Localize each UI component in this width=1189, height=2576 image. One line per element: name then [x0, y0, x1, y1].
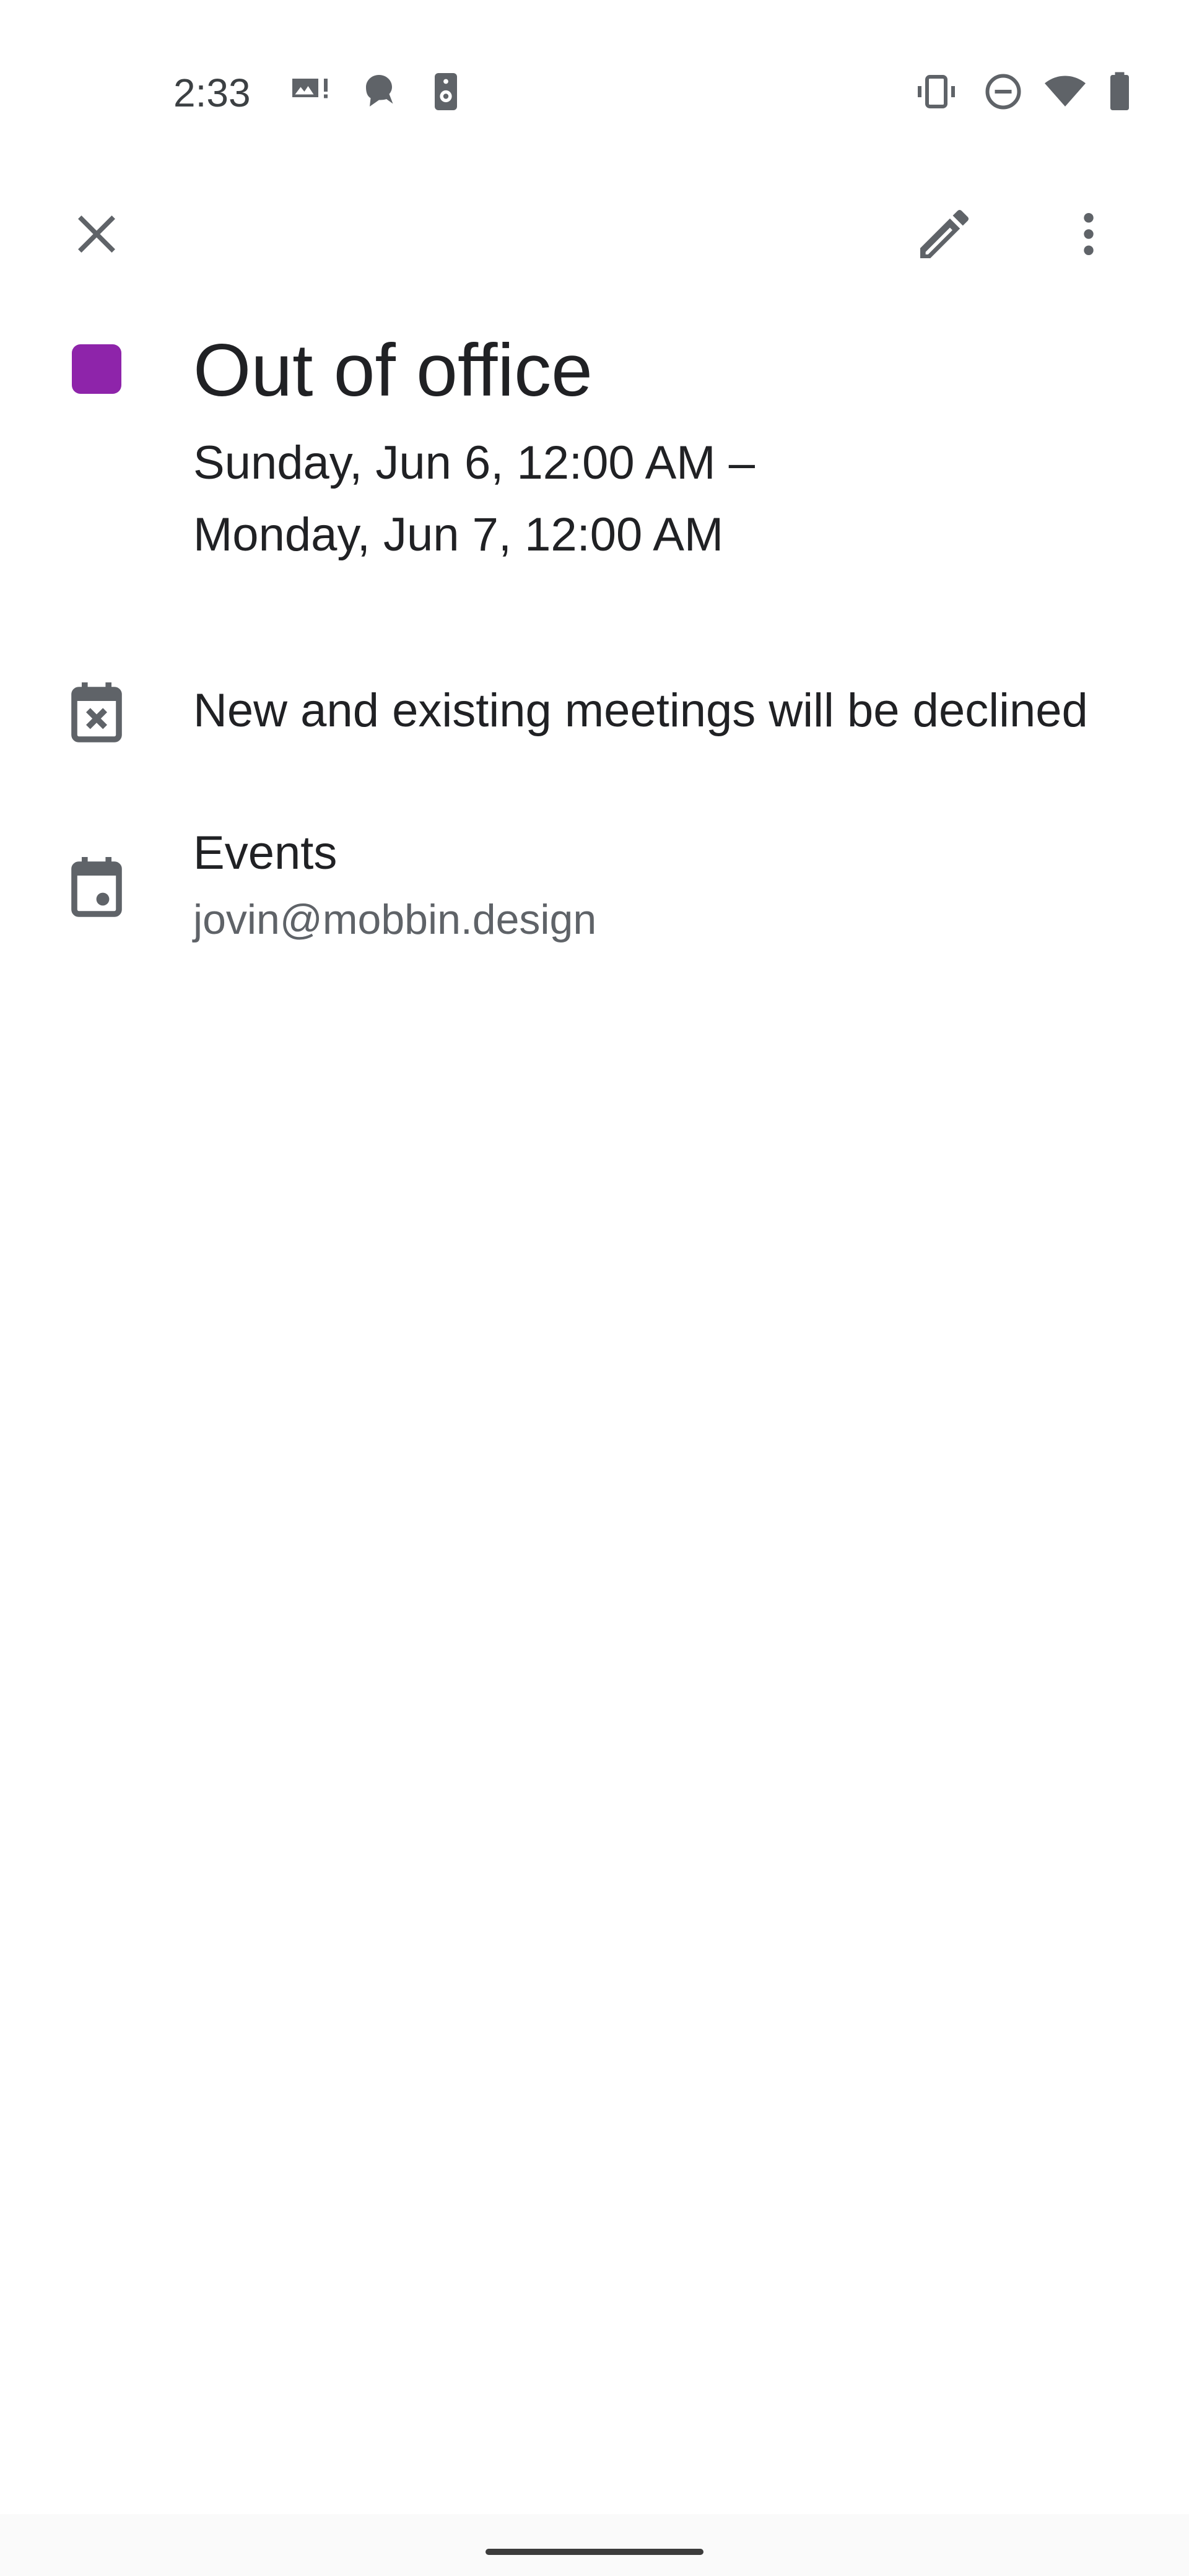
navigation-bar [0, 2514, 1189, 2576]
vibrate-icon [914, 67, 959, 116]
event-date-start: Sunday, Jun 6, 12:00 AM – [193, 437, 755, 489]
calendar-remove-icon [66, 680, 128, 744]
close-button[interactable] [53, 191, 140, 277]
event-date-end: Monday, Jun 7, 12:00 AM [193, 508, 724, 561]
status-time: 2:33 [173, 71, 251, 115]
assistant-icon [357, 67, 401, 116]
close-icon [78, 215, 115, 253]
edit-pencil-icon [920, 209, 969, 258]
edit-button[interactable] [901, 191, 988, 277]
do-not-disturb-icon [981, 67, 1026, 116]
gesture-handle[interactable] [486, 2549, 703, 2555]
wifi-icon [1043, 67, 1087, 116]
more-options-button[interactable] [1045, 191, 1132, 277]
speaker-icon [424, 67, 468, 116]
decline-meetings-text: New and existing meetings will be declin… [193, 684, 1088, 737]
image-alert-icon [289, 67, 333, 116]
calendar-account: jovin@mobbin.design [193, 896, 597, 943]
more-vert-icon [1084, 213, 1094, 255]
calendar-icon [66, 855, 128, 919]
battery-icon [1097, 67, 1142, 116]
status-bar: 2:33 [0, 0, 1189, 142]
event-title: Out of office [193, 329, 593, 412]
event-color-swatch [72, 344, 121, 394]
calendar-name: Events [193, 827, 338, 879]
